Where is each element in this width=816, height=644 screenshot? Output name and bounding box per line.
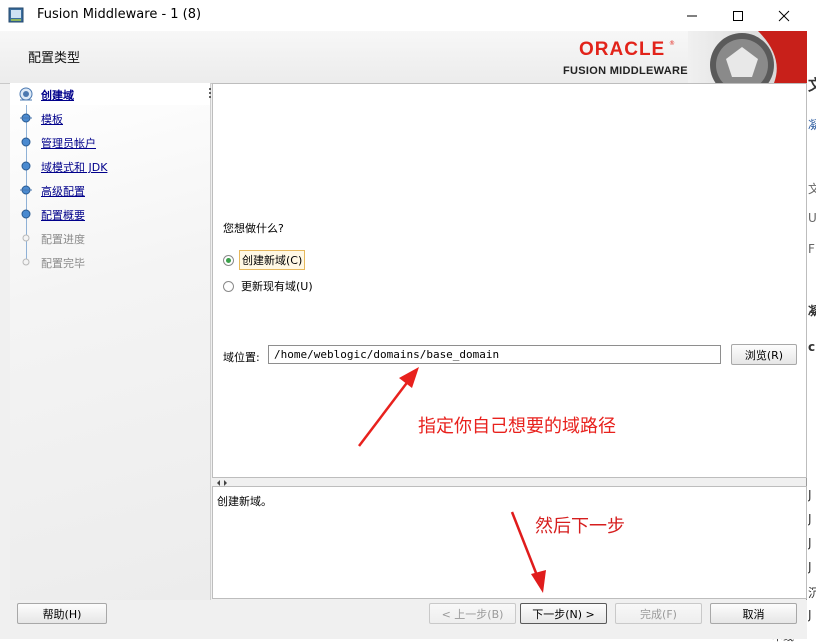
radio-button-checked[interactable]: [223, 254, 234, 266]
nav-step-advanced-config[interactable]: 高级配置: [10, 179, 210, 201]
wizard-footer: 帮助(H) < 上一步(B) 下一步(N) > 完成(F) 取消: [0, 600, 807, 639]
nav-step-label: 创建域: [41, 89, 74, 102]
background-text: F: [808, 242, 815, 256]
radio-label: 创建新域(C): [239, 250, 306, 270]
step-node-icon: [20, 113, 32, 123]
oracle-wordmark: ORACLE: [579, 39, 666, 60]
background-text: 文: [808, 76, 816, 94]
maximize-button[interactable]: [715, 0, 761, 31]
page-header: 配置类型 ORACLE ® FUSION MIDDLEWARE: [0, 31, 807, 84]
nav-step-admin-account[interactable]: 管理员帐户: [10, 131, 210, 153]
description-text: 创建新域。: [217, 495, 272, 508]
finish-button[interactable]: 完成(F): [615, 603, 702, 624]
nav-step-label: 配置概要: [41, 209, 85, 222]
background-text: c: [808, 340, 816, 354]
annotation-domain-path: 指定你自己想要的域路径: [418, 416, 616, 437]
close-icon: [778, 10, 790, 21]
background-text: J: [808, 560, 812, 574]
nav-step-label: 高级配置: [41, 185, 85, 198]
window-title: Fusion Middleware - 1 (8): [37, 7, 202, 22]
current-step-icon: [19, 87, 33, 101]
nav-step-label: 管理员帐户: [41, 137, 96, 150]
radio-label: 更新现有域(U): [241, 280, 313, 293]
header-emblem-graphic: [688, 31, 807, 83]
nav-step-label: 配置进度: [41, 233, 85, 246]
nav-step-config-summary[interactable]: 配置概要: [10, 203, 210, 225]
domain-location-label: 域位置:: [223, 351, 260, 364]
background-text: 沉: [808, 586, 816, 600]
browse-button[interactable]: 浏览(R): [731, 344, 797, 365]
step-node-icon: [21, 209, 31, 219]
nav-step-label: 模板: [41, 113, 63, 126]
radio-create-new-domain[interactable]: 创建新域(C): [223, 250, 306, 270]
background-text: U: [808, 211, 816, 225]
background-text: J: [808, 488, 812, 502]
app-icon: [8, 7, 24, 23]
nav-step-create-domain[interactable]: 创建域: [10, 83, 210, 105]
background-text: 文: [808, 182, 816, 196]
description-panel: 创建新域。: [212, 486, 807, 599]
nav-step-domain-mode-jdk[interactable]: 域模式和 JDK: [10, 155, 210, 177]
oracle-logo: ORACLE ® FUSION MIDDLEWARE: [563, 39, 688, 79]
nav-step-templates[interactable]: 模板: [10, 107, 210, 129]
help-button[interactable]: 帮助(H): [17, 603, 107, 624]
background-text: 凝: [808, 118, 816, 132]
radio-update-existing-domain[interactable]: 更新现有域(U): [223, 277, 315, 295]
page-title: 配置类型: [28, 51, 81, 66]
background-text: 凝: [808, 304, 816, 318]
step-node-disabled-icon: [22, 258, 30, 266]
question-label: 您想做什么?: [223, 222, 284, 235]
step-node-icon: [21, 161, 31, 171]
domain-location-input[interactable]: /home/weblogic/domains/base_domain: [268, 345, 721, 364]
background-window-edge: 文 凝 文 U F 凝 c J J J J 沉 J: [808, 0, 816, 639]
registered-mark: ®: [669, 40, 675, 47]
step-node-disabled-icon: [22, 234, 30, 242]
nav-step-label: 配置完毕: [41, 257, 85, 270]
next-button[interactable]: 下一步(N) >: [520, 603, 607, 624]
back-button[interactable]: < 上一步(B): [429, 603, 516, 624]
fusion-middleware-wordmark: FUSION MIDDLEWARE: [563, 65, 688, 77]
step-navigation: 创建域 模板 管理员帐户 域模式和 JDK 高级配置 配置概要 配置进度 配置完…: [10, 83, 211, 600]
annotation-next-step: 然后下一步: [535, 516, 625, 537]
installer-window: Fusion Middleware - 1 (8) 配置类型 ORACLE ® …: [0, 0, 807, 639]
title-bar[interactable]: Fusion Middleware - 1 (8): [0, 0, 807, 31]
nav-step-config-complete: 配置完毕: [10, 251, 210, 273]
radio-button-unchecked[interactable]: [223, 280, 234, 292]
background-text: J: [808, 512, 812, 526]
maximize-icon: [733, 10, 743, 21]
step-node-icon: [20, 185, 32, 195]
cancel-button[interactable]: 取消: [710, 603, 797, 624]
nav-step-config-progress: 配置进度: [10, 227, 210, 249]
background-text: J: [808, 536, 812, 550]
minimize-button[interactable]: [669, 0, 715, 31]
background-text: J: [808, 608, 812, 622]
nav-step-label: 域模式和 JDK: [41, 161, 108, 174]
minimize-icon: [687, 15, 697, 16]
close-button[interactable]: [761, 0, 807, 31]
step-node-icon: [21, 137, 31, 147]
